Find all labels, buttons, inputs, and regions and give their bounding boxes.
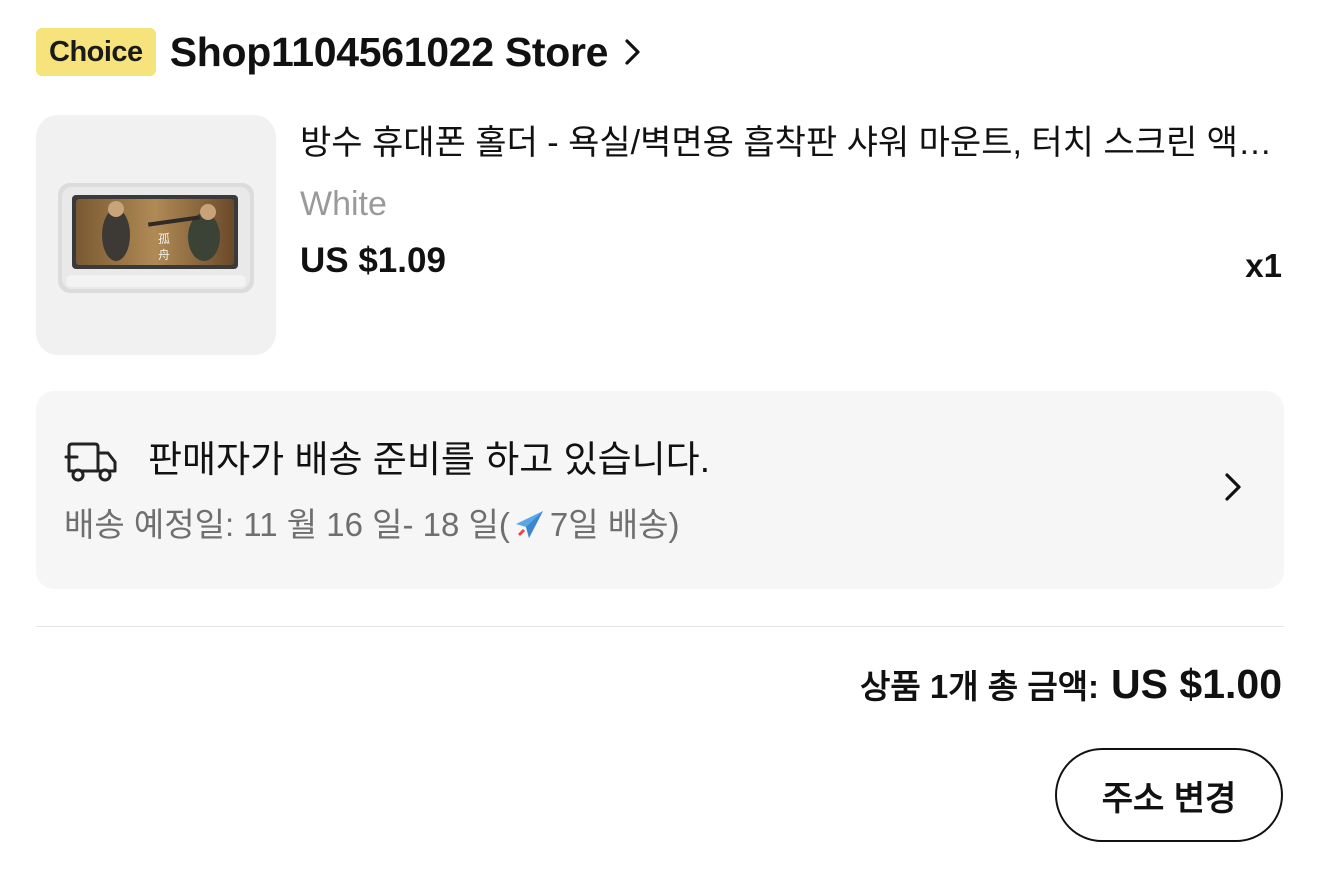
- svg-text:舟: 舟: [158, 248, 170, 262]
- shipping-status-text: 판매자가 배송 준비를 하고 있습니다.: [148, 439, 710, 480]
- total-amount: US $1.00: [1111, 661, 1282, 707]
- svg-text:孤: 孤: [158, 232, 170, 246]
- truck-icon: [64, 439, 120, 485]
- chevron-right-icon[interactable]: [1224, 471, 1242, 508]
- product-image[interactable]: 孤 舟: [36, 115, 276, 355]
- total-label: 상품 1개 총 금액:: [860, 668, 1100, 705]
- shipping-eta-prefix: 배송 예정일: 11 월 16 일- 18 일(: [64, 506, 510, 543]
- chevron-right-icon[interactable]: [624, 38, 642, 66]
- order-total: 상품 1개 총 금액: US $1.00: [860, 660, 1282, 708]
- product-variant: White: [300, 185, 387, 223]
- shipping-status-card[interactable]: 판매자가 배송 준비를 하고 있습니다. 배송 예정일: 11 월 16 일- …: [36, 391, 1284, 589]
- store-header[interactable]: Choice Shop1104561022 Store: [36, 24, 642, 80]
- store-name[interactable]: Shop1104561022 Store: [170, 29, 609, 76]
- shipping-eta: 배송 예정일: 11 월 16 일- 18 일( 7일 배송): [64, 503, 679, 547]
- product-title[interactable]: 방수 휴대폰 홀더 - 욕실/벽면용 흡착판 샤워 마운트, 터치 스크린 액…: [300, 120, 1285, 166]
- product-quantity: x1: [1245, 247, 1282, 284]
- divider: [36, 626, 1284, 627]
- shipping-eta-suffix: 7일 배송): [549, 506, 680, 543]
- airplane-icon: [512, 507, 548, 543]
- choice-badge: Choice: [36, 28, 156, 76]
- product-price: US $1.09: [300, 241, 446, 280]
- change-address-button[interactable]: 주소 변경: [1055, 748, 1283, 842]
